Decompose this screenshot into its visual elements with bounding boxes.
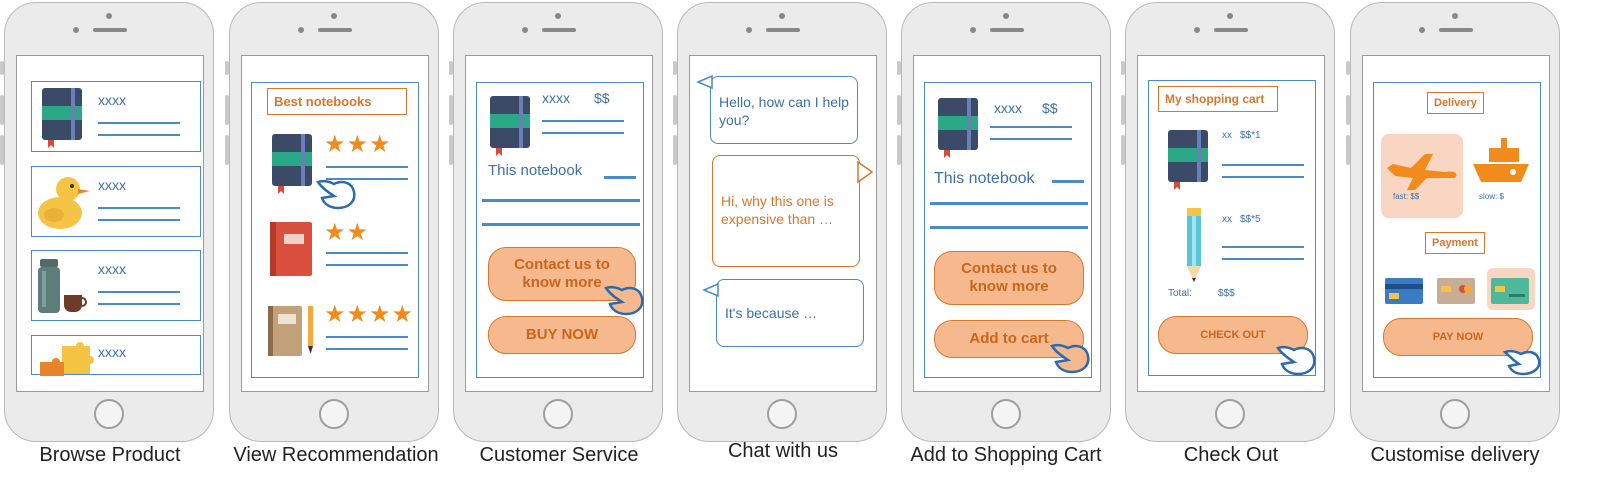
home-button[interactable]: [94, 399, 124, 429]
screen: xxxx $$ This notebook Contact us to know…: [465, 55, 653, 392]
total-label: Total:: [1168, 288, 1192, 299]
product-card[interactable]: xxxx: [31, 335, 201, 376]
fast-delivery-price: fast: $$: [1393, 192, 1420, 201]
caption-check-out: Check Out: [1183, 444, 1279, 466]
product-name: xxxx: [98, 344, 126, 360]
bubble-tail: [702, 282, 719, 298]
home-button[interactable]: [543, 399, 573, 429]
buy-now-button[interactable]: BUY NOW: [488, 316, 636, 354]
phone-customise-delivery: Delivery fast: $$ slow: $ Payment PAY NO…: [1346, 2, 1560, 442]
delivery-title: Delivery: [1427, 92, 1484, 114]
item-quantity: xx: [1222, 130, 1232, 141]
screen: xxxx $$ This notebook Contact us to know…: [913, 55, 1101, 392]
slow-delivery-price: slow: $: [1479, 192, 1504, 201]
product-card[interactable]: xxxx: [31, 81, 201, 152]
home-button[interactable]: [767, 399, 797, 429]
home-button[interactable]: [1215, 399, 1245, 429]
ship-icon: [1473, 138, 1529, 182]
caption-view-recommendation: View Recommendation: [233, 444, 439, 466]
caption-add-to-cart: Add to Shopping Cart: [910, 444, 1102, 466]
pointer-hand-icon: [604, 285, 644, 316]
bubble-tail: [696, 74, 713, 90]
rating-stars: ★★★★: [324, 301, 415, 328]
home-button[interactable]: [991, 399, 1021, 429]
screen: My shopping cart xx $$*1 xx $$*5 Total: …: [1137, 55, 1325, 392]
home-button[interactable]: [1440, 399, 1470, 429]
airplane-icon: [1387, 154, 1457, 190]
product-name: xxxx: [98, 177, 126, 193]
phone-chat-with-us: Hello, how can I help you? Hi, why this …: [673, 2, 887, 442]
book-icon: [270, 222, 312, 276]
pencil-icon: [1187, 208, 1201, 282]
caption-chat-with-us: Chat with us: [727, 440, 839, 462]
product-name: xxxx: [542, 90, 570, 106]
chat-message-user: Hi, why this one is expensive than …: [712, 155, 860, 267]
item-price: $$*1: [1240, 130, 1261, 141]
pointer-hand-icon: [316, 179, 356, 210]
rating-stars: ★★: [324, 219, 370, 246]
notebook-icon: [272, 134, 312, 194]
phone-view-recommendation: Best notebooks ★★★ ★★ ★★★★: [225, 2, 439, 442]
chat-message-agent: It's because …: [716, 279, 864, 347]
phone-add-to-cart: xxxx $$ This notebook Contact us to know…: [897, 2, 1111, 442]
notebook-icon: [938, 98, 978, 158]
caption-customise-delivery: Customise delivery: [1370, 444, 1540, 466]
card-icon: [1491, 278, 1529, 304]
recommendation-title: Best notebooks: [267, 88, 407, 115]
product-price: $$: [594, 90, 610, 106]
caption-browse-product: Browse Product: [39, 444, 181, 466]
payment-title: Payment: [1425, 232, 1485, 254]
contact-us-button[interactable]: Contact us to know more: [934, 251, 1084, 305]
notebook-icon: [1168, 130, 1208, 190]
caption-customer-service: Customer Service: [479, 444, 639, 466]
bubble-tail: [857, 160, 874, 184]
phone-check-out: My shopping cart xx $$*1 xx $$*5 Total: …: [1121, 2, 1335, 442]
notebook-icon: [490, 96, 530, 156]
credit-card-icon[interactable]: [1385, 276, 1425, 306]
product-name: xxxx: [98, 92, 126, 108]
shopping-cart-title: My shopping cart: [1158, 86, 1278, 112]
phone-customer-service: xxxx $$ This notebook Contact us to know…: [449, 2, 663, 442]
duck-icon: [38, 177, 90, 229]
total-value: $$$: [1218, 288, 1235, 299]
puzzle-icon: [40, 342, 94, 376]
product-card[interactable]: xxxx: [31, 166, 201, 237]
pointer-hand-icon: [1050, 343, 1090, 374]
product-card[interactable]: xxxx: [31, 250, 201, 321]
debit-card-icon[interactable]: [1437, 276, 1477, 306]
rating-stars: ★★★: [324, 131, 392, 158]
product-description: This notebook: [934, 170, 1035, 187]
phone-browse-product: xxxx xxxx xxxx xxxx: [0, 2, 214, 442]
product-name: xxxx: [98, 261, 126, 277]
chat-message-agent: Hello, how can I help you?: [710, 76, 858, 144]
notebook-icon: [42, 88, 82, 148]
screen: Delivery fast: $$ slow: $ Payment PAY NO…: [1362, 55, 1550, 392]
item-quantity: xx: [1222, 214, 1232, 225]
product-price: $$: [1042, 100, 1058, 116]
screen: xxxx xxxx xxxx xxxx: [16, 55, 204, 392]
screen: Hello, how can I help you? Hi, why this …: [689, 55, 877, 392]
sketchbook-icon: [268, 306, 313, 356]
pointer-hand-icon: [1276, 345, 1316, 376]
product-description: This notebook: [488, 162, 583, 179]
item-price: $$*5: [1240, 214, 1261, 225]
flask-icon: [38, 259, 87, 313]
home-button[interactable]: [319, 399, 349, 429]
pointer-hand-icon: [1502, 349, 1541, 376]
product-name: xxxx: [994, 100, 1022, 116]
screen: Best notebooks ★★★ ★★ ★★★★: [241, 55, 429, 392]
